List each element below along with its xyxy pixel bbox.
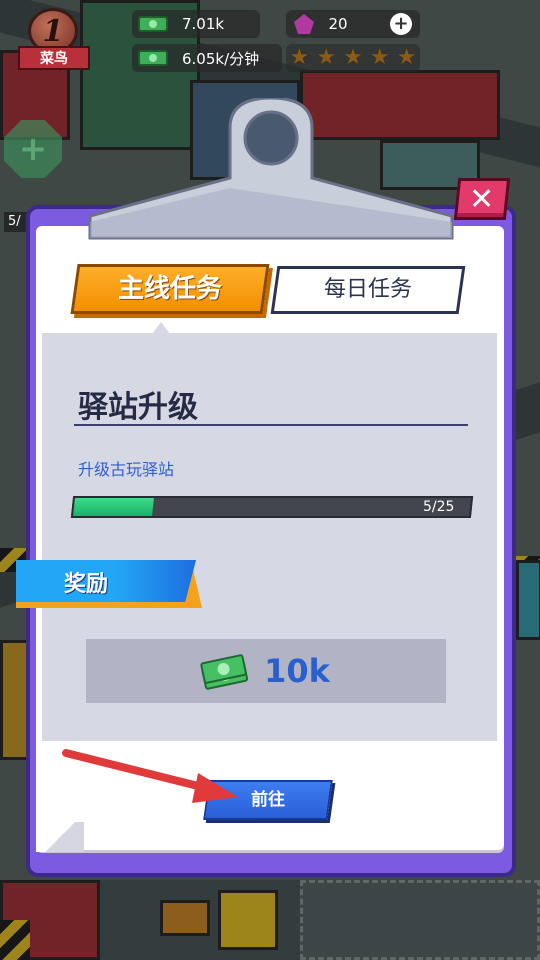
star-icon: ★ [369, 45, 390, 70]
cash-display: 7.01k [132, 10, 260, 38]
paper-fold [36, 822, 84, 852]
gem-icon [294, 14, 314, 34]
reward-amount: 10k [264, 652, 330, 690]
reward-box: 10k [86, 639, 446, 703]
title-divider [74, 424, 468, 426]
star-icon: ★ [289, 45, 310, 70]
rank-badge[interactable]: 1 菜鸟 [18, 8, 90, 70]
reward-banner: 奖励 [16, 560, 202, 608]
cash-icon [138, 16, 168, 32]
task-progress-bar: 5/25 [70, 496, 474, 518]
tab-daily-label: 每日任务 [323, 277, 412, 302]
cash-icon [138, 50, 168, 66]
income-display: 6.05k/分钟 [132, 44, 282, 72]
gem-value: 20 [328, 15, 348, 33]
star-rating: ★ ★ ★ ★ ★ [286, 44, 420, 72]
close-button[interactable]: ✕ [453, 178, 511, 220]
task-description: 升级古玩驿站 [78, 460, 175, 479]
reward-label: 奖励 [64, 572, 109, 597]
tutorial-arrow-icon [62, 749, 238, 803]
task-title: 驿站升级 [78, 390, 198, 425]
clipboard-clip-icon [88, 98, 454, 240]
add-gems-button[interactable]: + [390, 13, 412, 35]
progress-fill [73, 498, 155, 516]
cash-value: 7.01k [182, 15, 225, 33]
progress-text: 5/25 [422, 499, 454, 515]
income-rate: 6.05k/分钟 [182, 49, 260, 68]
rank-title: 菜鸟 [18, 46, 90, 70]
star-icon: ★ [396, 45, 417, 70]
gem-display: 20 + [286, 10, 420, 38]
close-icon: ✕ [469, 181, 495, 217]
tab-daily-quests[interactable]: 每日任务 [270, 266, 466, 314]
tab-main-quests[interactable]: 主线任务 [70, 264, 270, 314]
star-icon: ★ [343, 45, 363, 70]
cash-icon [199, 653, 249, 691]
tab-main-label: 主线任务 [117, 274, 222, 304]
star-icon: ★ [316, 45, 337, 70]
